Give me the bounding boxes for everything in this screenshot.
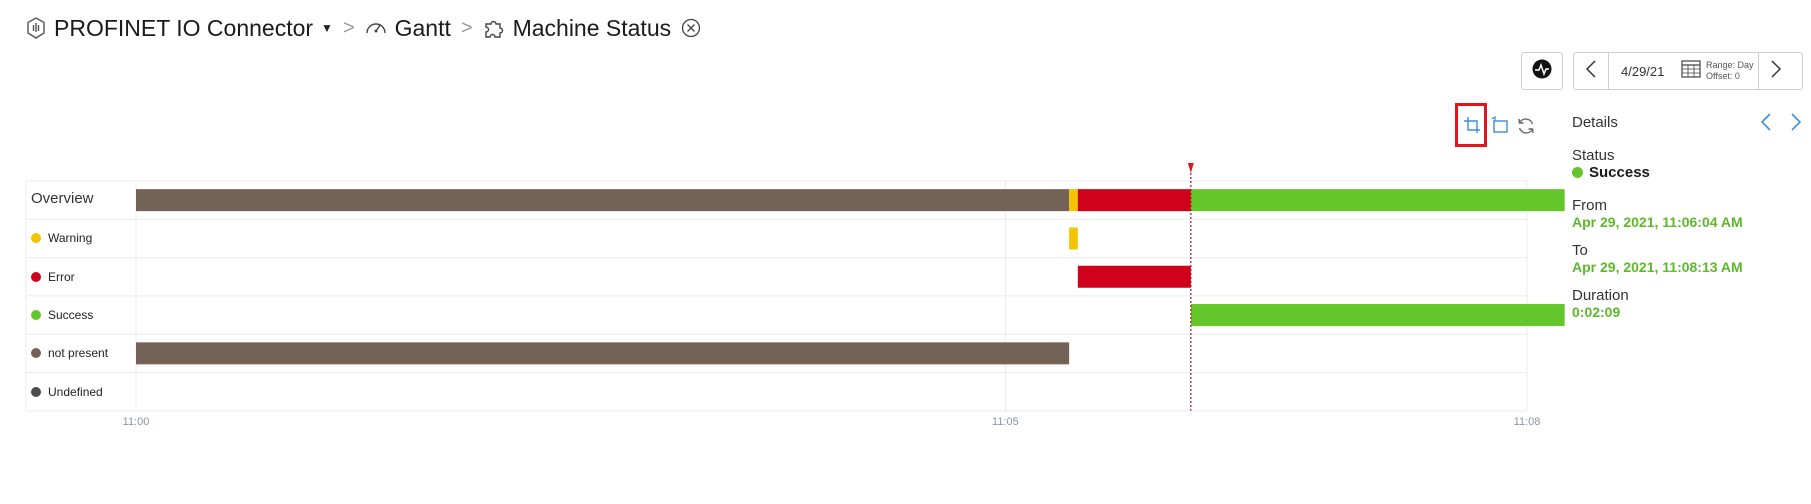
time-tick-label: 11:08 [1513,416,1541,428]
status-text: Success [1589,164,1650,181]
previous-item-button[interactable] [1760,112,1772,137]
legend-label: not present [48,346,109,361]
overview-bar-success [1190,189,1565,212]
duration-value: 0:02:09 [1572,304,1621,320]
time-marker-head [1187,163,1194,173]
legend-dot [31,233,41,244]
state-bar-warning [1069,227,1078,250]
time-tick-label: 11:00 [122,416,150,428]
legend-dot [31,386,41,397]
legend-label: Success [48,308,94,323]
row-label-success: Success [31,307,93,323]
legend-dot [31,271,41,282]
legend-dot [31,310,41,321]
from-label: From [1572,197,1607,214]
row-label-warning: Warning [31,230,92,246]
row-label-error: Error [31,269,75,285]
status-dot [1572,167,1583,178]
overview-bar-error [1077,189,1191,212]
details-panel: Details Status Success From Apr 29, 2021… [1572,112,1802,320]
gantt-chart [25,163,1565,412]
state-bar-error [1077,265,1191,288]
time-tick-label: 11:05 [992,416,1019,428]
legend-label: Error [48,269,75,284]
from-value: Apr 29, 2021, 11:06:04 AM [1572,214,1743,230]
to-value: Apr 29, 2021, 11:08:13 AM [1572,259,1743,275]
overview-row-label: Overview [31,190,94,207]
state-bar-not-present [136,342,1070,365]
next-item-button[interactable] [1790,112,1802,137]
overview-bar-warning [1069,189,1078,212]
row-label-undefined: Undefined [31,384,103,400]
row-label-not-present: not present [31,345,108,361]
duration-label: Duration [1572,287,1629,304]
overview-bar-not-present [136,189,1070,212]
legend-label: Warning [48,231,93,246]
legend-dot [31,348,41,359]
state-bar-success [1190,304,1565,327]
status-value: Success [1572,164,1802,181]
legend-label: Undefined [48,384,103,399]
to-label: To [1572,242,1588,259]
status-label: Status [1572,147,1615,164]
